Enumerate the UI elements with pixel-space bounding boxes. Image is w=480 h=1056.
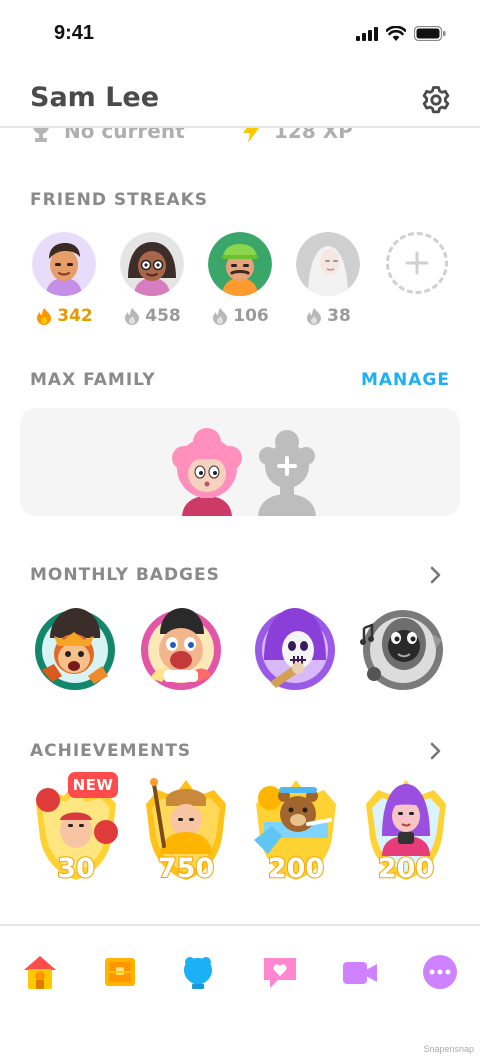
monthly-badge-2[interactable] — [136, 598, 226, 694]
friend-streaks-title: FRIEND STREAKS — [30, 190, 209, 210]
avatar — [208, 232, 272, 296]
monthly-badge-4[interactable] — [358, 598, 448, 694]
watermark: Snapensnap — [423, 1044, 474, 1054]
achievement-2[interactable]: 750 — [138, 774, 234, 886]
friend-streak-4[interactable]: 38 — [296, 232, 360, 326]
streak-flame-icon — [307, 308, 322, 325]
achievement-value: 750 — [157, 852, 215, 885]
add-family-member-icon[interactable] — [252, 428, 322, 516]
max-family-title: MAX FAMILY — [30, 370, 156, 390]
page-title: Sam Lee — [30, 82, 160, 113]
heart-chat-icon — [264, 958, 296, 988]
monthly-badges-title: MONTHLY BADGES — [30, 565, 220, 585]
avatar — [120, 232, 184, 296]
status-bar: 9:41 — [0, 0, 480, 70]
monthly-badge-3[interactable] — [250, 598, 340, 694]
tab-leagues[interactable] — [98, 950, 142, 994]
achievements-title: ACHIEVEMENTS — [30, 741, 192, 761]
streak-flame-icon — [125, 308, 140, 325]
tab-shield[interactable] — [176, 950, 220, 994]
header: Sam Lee — [0, 72, 480, 128]
video-icon — [343, 962, 377, 984]
avatar — [32, 232, 96, 296]
streak-flame-icon — [37, 308, 52, 325]
achievement-value: 200 — [267, 852, 325, 885]
friend-streak-1[interactable]: 342 — [32, 232, 96, 326]
streak-flame-icon — [213, 308, 228, 325]
wifi-icon — [386, 26, 406, 41]
add-friend-button[interactable] — [386, 232, 448, 294]
achievement-3[interactable]: 200 — [248, 774, 344, 886]
plus-icon — [405, 251, 429, 275]
manage-link[interactable]: MANAGE — [361, 370, 450, 390]
shield-icon — [184, 957, 212, 989]
achievement-4[interactable]: 200 — [358, 774, 454, 886]
streak-count: 38 — [296, 306, 360, 326]
gear-icon — [422, 86, 450, 114]
home-icon — [24, 956, 56, 989]
status-time: 9:41 — [54, 22, 95, 44]
tab-more[interactable] — [418, 950, 462, 994]
achievements-chevron-icon[interactable] — [428, 741, 444, 761]
family-member-avatar — [172, 428, 242, 516]
tab-video[interactable] — [338, 950, 382, 994]
streak-count: 458 — [120, 306, 184, 326]
tab-bar — [0, 926, 480, 1016]
monthly-badges-chevron-icon[interactable] — [428, 565, 444, 585]
monthly-badge-1[interactable] — [30, 598, 120, 694]
status-icons — [356, 26, 446, 41]
tab-social[interactable] — [258, 950, 302, 994]
achievement-value: 200 — [377, 852, 435, 885]
streak-count: 342 — [32, 306, 96, 326]
family-card[interactable] — [20, 408, 460, 516]
streak-count: 106 — [208, 306, 272, 326]
friend-streak-3[interactable]: 106 — [208, 232, 272, 326]
tab-home[interactable] — [18, 950, 62, 994]
new-achievement-badge: NEW — [68, 772, 118, 798]
treasure-icon — [105, 958, 135, 986]
achievement-value: 30 — [56, 852, 96, 885]
signal-icon — [356, 26, 378, 41]
more-icon — [423, 955, 457, 989]
avatar — [296, 232, 360, 296]
friend-streak-2[interactable]: 458 — [120, 232, 184, 326]
battery-icon — [414, 26, 446, 41]
settings-button[interactable] — [418, 82, 454, 118]
